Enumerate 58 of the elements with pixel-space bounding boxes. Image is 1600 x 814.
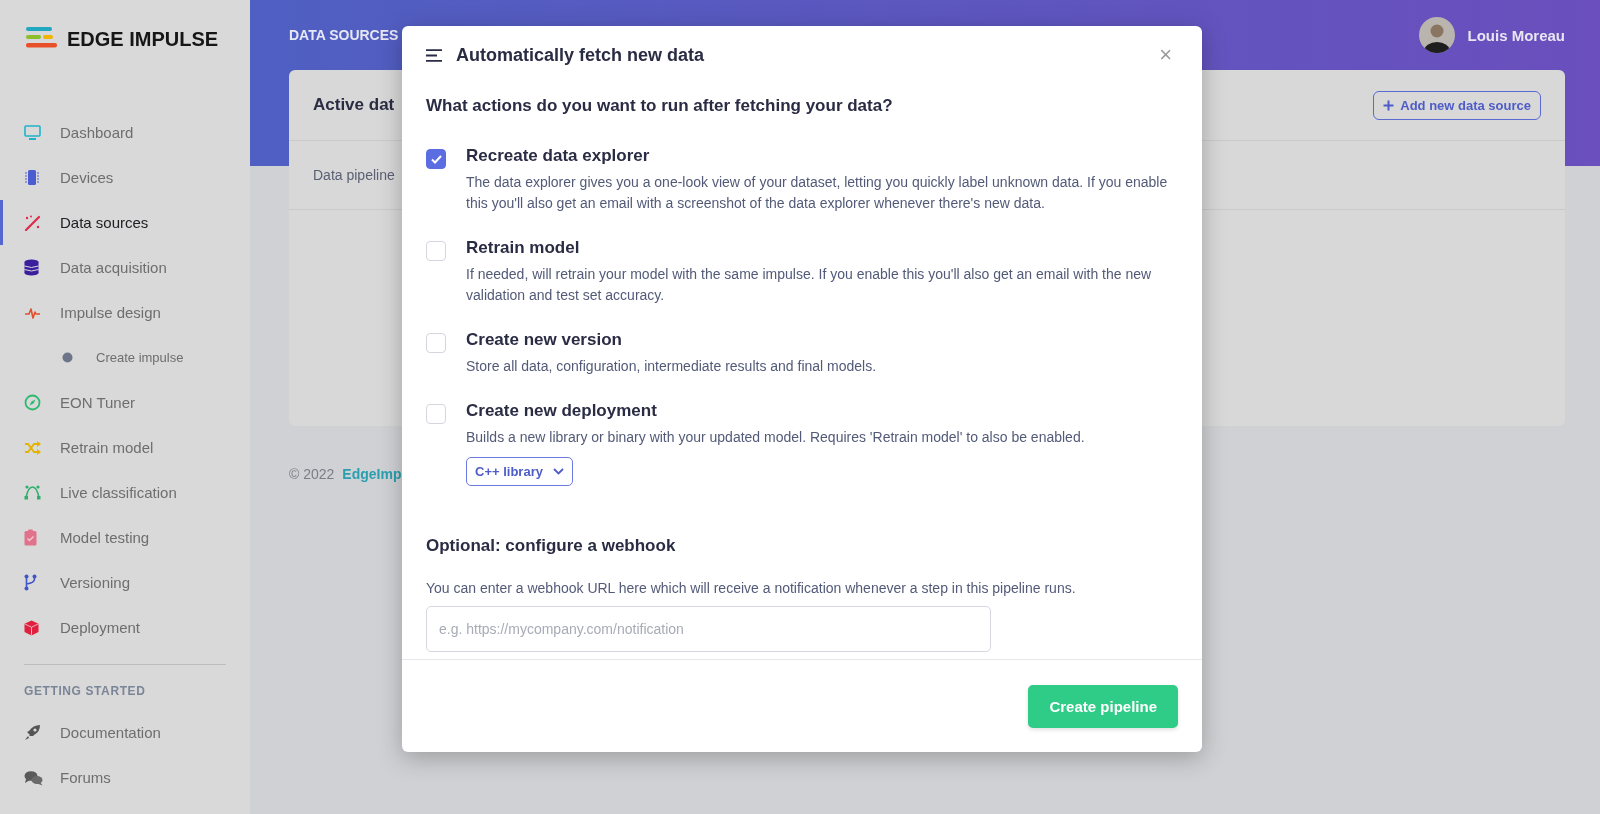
- rocket-icon: [24, 724, 41, 741]
- avatar-icon: [1419, 17, 1456, 53]
- sidebar-item[interactable]: Dashboard: [0, 110, 250, 155]
- close-button[interactable]: ×: [1153, 44, 1178, 66]
- user-name[interactable]: Louis Moreau: [1467, 26, 1565, 44]
- question-heading: What actions do you want to run after fetching your data?: [426, 96, 894, 116]
- sidebar-item[interactable]: Deployment: [0, 605, 250, 650]
- plus-icon: [1383, 99, 1395, 111]
- check-icon: [430, 154, 442, 164]
- sidebar-subitem[interactable]: Create impulse: [0, 335, 250, 380]
- option-description: If needed, will retrain your model with the same impulse. If you enable this you'll also get an email with the new validation and test set accuracy.: [466, 265, 1153, 305]
- bezier-curve-icon: [24, 485, 41, 500]
- copyright-text: © 2022: [289, 466, 335, 482]
- deployment-dropdown[interactable]: C++ library: [466, 457, 573, 486]
- option-description: The data explorer gives you a one-look view of your dataset, letting you quickly label unknown data. If you enable this you'll also get an email with a screenshot of the data explorer whenever there's new data.: [466, 173, 1169, 213]
- section-heading: GETTING STARTED: [23, 684, 146, 698]
- option-description: Builds a new library or binary with your updated model. Requires 'Retrain model' to also be enabled.: [466, 428, 1085, 447]
- cube-icon: [24, 619, 39, 636]
- page-title: DATA SOURCES: [289, 27, 399, 43]
- sidebar-item[interactable]: Versioning: [0, 560, 250, 605]
- option-title: Recreate data explorer: [466, 146, 651, 166]
- webhook-heading: Optional: configure a webhook: [426, 536, 677, 556]
- row-label: Data pipeline: [313, 167, 395, 183]
- checkbox[interactable]: [426, 149, 446, 169]
- sidebar-item[interactable]: Documentation: [0, 710, 250, 755]
- menu-icon: [426, 48, 442, 62]
- sidebar-item[interactable]: Model testing: [0, 515, 250, 560]
- caret-icon: [552, 468, 564, 475]
- option-description: Store all data, configuration, intermediate results and final models.: [466, 357, 877, 376]
- sidebar-item[interactable]: Data acquisition: [0, 245, 250, 290]
- sidebar-item[interactable]: Live classification: [0, 470, 250, 515]
- sidebar-item[interactable]: Impulse design: [0, 290, 250, 335]
- option-title: Retrain model: [466, 238, 581, 258]
- chip-icon: [24, 169, 40, 186]
- dot-icon: [62, 352, 73, 363]
- modal-title: Automatically fetch new data: [456, 44, 706, 66]
- monitor-icon: [24, 124, 41, 141]
- compass-icon: [24, 394, 41, 411]
- option-title: Create new deployment: [466, 401, 658, 421]
- option-title: Create new version: [466, 330, 623, 350]
- create-pipeline-button[interactable]: Create pipeline: [1028, 684, 1178, 728]
- add-data-source-button[interactable]: Add new data source: [1373, 90, 1541, 120]
- sidebar-item[interactable]: EON Tuner: [0, 380, 250, 425]
- webhook-url-field[interactable]: e.g. https://mycompany.com/notification: [426, 606, 991, 652]
- sidebar-item[interactable]: Retrain model: [0, 425, 250, 470]
- webhook-text: You can enter a webhook URL here which will receive a notification whenever a step in this pipeline runs.: [426, 580, 1077, 596]
- logo-text: EDGE IMPULSE: [67, 27, 219, 51]
- chat-bubbles-icon: [24, 769, 43, 786]
- shuffle-icon: [24, 440, 41, 455]
- card-title: Active dat: [313, 95, 395, 115]
- branch-icon: [24, 574, 37, 591]
- sidebar-item[interactable]: Forums: [0, 755, 250, 800]
- clipboard-check-icon: [24, 529, 37, 546]
- magic-wand-icon: [24, 214, 41, 231]
- database-icon: [24, 259, 39, 276]
- footer-link[interactable]: EdgeImp: [342, 466, 402, 482]
- pulse-icon: [24, 306, 41, 319]
- sidebar-item[interactable]: Devices: [0, 155, 250, 200]
